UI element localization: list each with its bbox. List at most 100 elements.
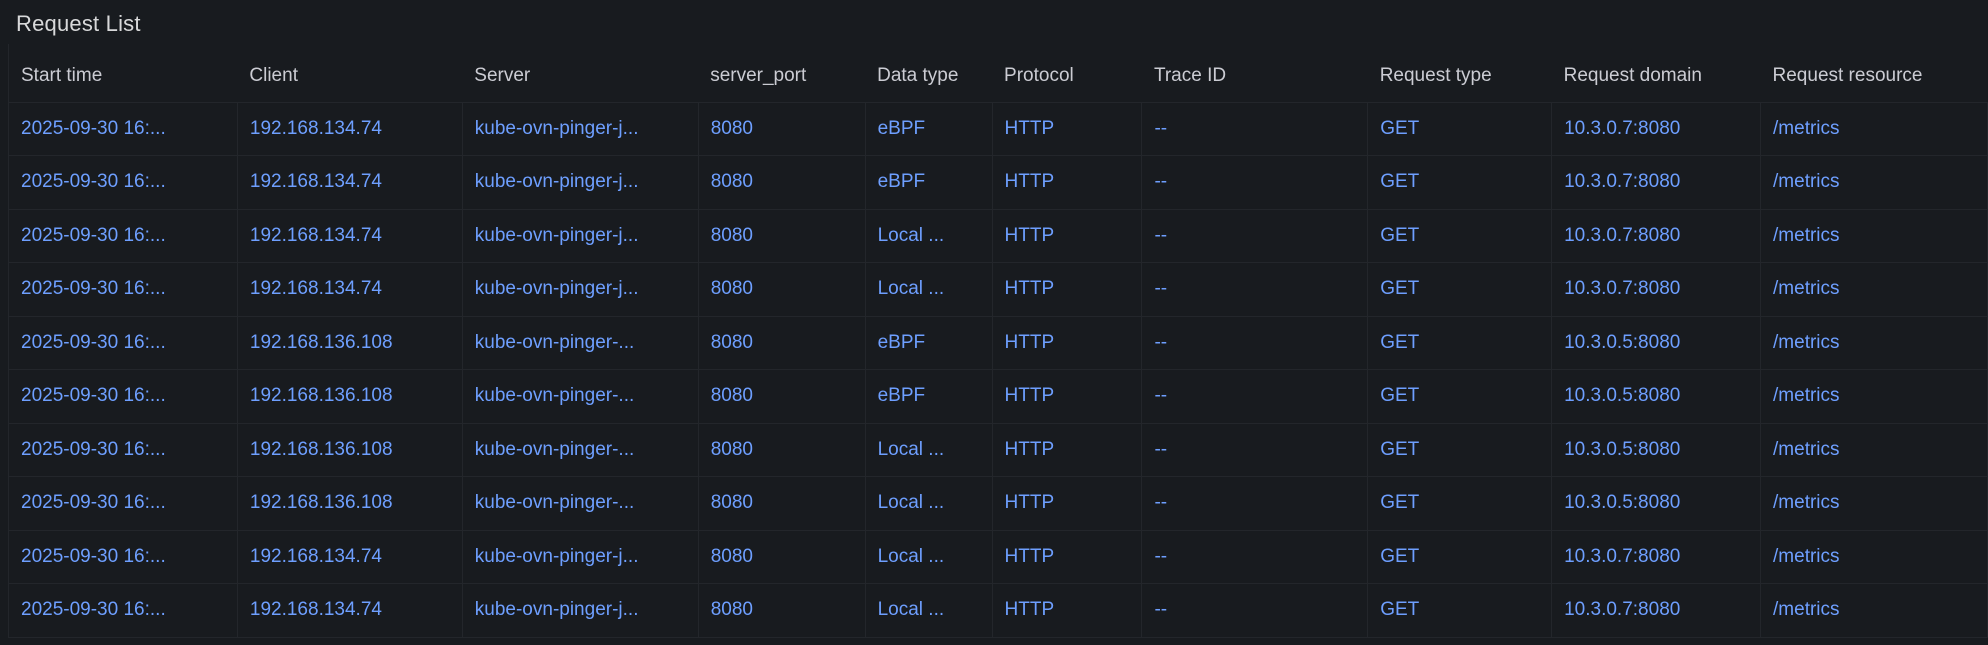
cell-start-time[interactable]: 2025-09-30 16:... <box>9 263 238 317</box>
column-header-client[interactable]: Client <box>237 44 462 102</box>
cell-link[interactable]: -- <box>1154 385 1167 406</box>
cell-link[interactable]: 2025-09-30 16:... <box>21 385 166 406</box>
cell-link[interactable]: -- <box>1154 171 1167 192</box>
cell-link[interactable]: 8080 <box>711 225 753 246</box>
cell-server[interactable]: kube-ovn-pinger-j... <box>462 156 698 210</box>
column-header-protocol[interactable]: Protocol <box>992 44 1142 102</box>
cell-link[interactable]: 2025-09-30 16:... <box>21 439 166 460</box>
cell-link[interactable]: Local ... <box>878 599 945 620</box>
cell-request-resource[interactable]: /metrics <box>1761 530 1988 584</box>
cell-link[interactable]: HTTP <box>1005 439 1055 460</box>
cell-client[interactable]: 192.168.136.108 <box>237 370 462 424</box>
cell-start-time[interactable]: 2025-09-30 16:... <box>9 584 238 638</box>
cell-server-port[interactable]: 8080 <box>698 370 865 424</box>
cell-start-time[interactable]: 2025-09-30 16:... <box>9 477 238 531</box>
cell-client[interactable]: 192.168.136.108 <box>237 477 462 531</box>
cell-link[interactable]: GET <box>1380 225 1419 246</box>
cell-link[interactable]: 10.3.0.7:8080 <box>1564 599 1680 620</box>
cell-link[interactable]: kube-ovn-pinger-... <box>475 439 634 460</box>
cell-protocol[interactable]: HTTP <box>992 530 1142 584</box>
cell-request-resource[interactable]: /metrics <box>1761 316 1988 370</box>
cell-client[interactable]: 192.168.134.74 <box>237 530 462 584</box>
cell-request-type[interactable]: GET <box>1368 209 1552 263</box>
cell-request-resource[interactable]: /metrics <box>1761 584 1988 638</box>
cell-link[interactable]: HTTP <box>1005 332 1055 353</box>
cell-request-resource[interactable]: /metrics <box>1761 209 1988 263</box>
cell-link[interactable]: GET <box>1380 118 1419 139</box>
cell-link[interactable]: /metrics <box>1773 546 1840 567</box>
cell-link[interactable]: HTTP <box>1005 225 1055 246</box>
cell-protocol[interactable]: HTTP <box>992 423 1142 477</box>
column-header-request-resource[interactable]: Request resource <box>1761 44 1988 102</box>
cell-protocol[interactable]: HTTP <box>992 209 1142 263</box>
cell-link[interactable]: kube-ovn-pinger-j... <box>475 599 639 620</box>
cell-data-type[interactable]: eBPF <box>865 156 992 210</box>
column-header-trace-id[interactable]: Trace ID <box>1142 44 1368 102</box>
cell-trace-id[interactable]: -- <box>1142 477 1368 531</box>
cell-data-type[interactable]: eBPF <box>865 370 992 424</box>
cell-client[interactable]: 192.168.134.74 <box>237 584 462 638</box>
cell-link[interactable]: 8080 <box>711 492 753 513</box>
cell-server[interactable]: kube-ovn-pinger-... <box>462 423 698 477</box>
cell-link[interactable]: 192.168.134.74 <box>250 225 382 246</box>
cell-trace-id[interactable]: -- <box>1142 156 1368 210</box>
cell-link[interactable]: eBPF <box>878 385 926 406</box>
cell-start-time[interactable]: 2025-09-30 16:... <box>9 102 238 156</box>
cell-link[interactable]: 8080 <box>711 278 753 299</box>
cell-link[interactable]: 2025-09-30 16:... <box>21 278 166 299</box>
cell-link[interactable]: eBPF <box>878 171 926 192</box>
cell-link[interactable]: HTTP <box>1005 492 1055 513</box>
cell-link[interactable]: 2025-09-30 16:... <box>21 492 166 513</box>
cell-link[interactable]: 8080 <box>711 171 753 192</box>
cell-link[interactable]: /metrics <box>1773 385 1840 406</box>
cell-link[interactable]: 10.3.0.7:8080 <box>1564 118 1680 139</box>
cell-request-resource[interactable]: /metrics <box>1761 156 1988 210</box>
cell-link[interactable]: 192.168.134.74 <box>250 278 382 299</box>
column-header-request-domain[interactable]: Request domain <box>1552 44 1761 102</box>
cell-link[interactable]: 192.168.134.74 <box>250 118 382 139</box>
cell-protocol[interactable]: HTTP <box>992 316 1142 370</box>
cell-link[interactable]: HTTP <box>1005 118 1055 139</box>
cell-link[interactable]: -- <box>1154 546 1167 567</box>
cell-link[interactable]: /metrics <box>1773 225 1840 246</box>
cell-link[interactable]: 2025-09-30 16:... <box>21 225 166 246</box>
cell-data-type[interactable]: Local ... <box>865 263 992 317</box>
cell-start-time[interactable]: 2025-09-30 16:... <box>9 370 238 424</box>
cell-link[interactable]: Local ... <box>878 492 945 513</box>
cell-data-type[interactable]: eBPF <box>865 102 992 156</box>
cell-server[interactable]: kube-ovn-pinger-j... <box>462 584 698 638</box>
cell-server[interactable]: kube-ovn-pinger-j... <box>462 530 698 584</box>
cell-request-resource[interactable]: /metrics <box>1761 423 1988 477</box>
cell-request-domain[interactable]: 10.3.0.7:8080 <box>1552 584 1761 638</box>
cell-link[interactable]: Local ... <box>878 546 945 567</box>
cell-protocol[interactable]: HTTP <box>992 584 1142 638</box>
cell-link[interactable]: 10.3.0.5:8080 <box>1564 492 1680 513</box>
cell-link[interactable]: /metrics <box>1773 492 1840 513</box>
cell-link[interactable]: Local ... <box>878 439 945 460</box>
cell-start-time[interactable]: 2025-09-30 16:... <box>9 209 238 263</box>
cell-link[interactable]: eBPF <box>878 118 926 139</box>
cell-link[interactable]: 8080 <box>711 332 753 353</box>
cell-server-port[interactable]: 8080 <box>698 263 865 317</box>
cell-link[interactable]: GET <box>1380 546 1419 567</box>
cell-request-resource[interactable]: /metrics <box>1761 102 1988 156</box>
cell-trace-id[interactable]: -- <box>1142 370 1368 424</box>
cell-trace-id[interactable]: -- <box>1142 263 1368 317</box>
panel-title[interactable]: Request List <box>16 11 141 37</box>
cell-link[interactable]: 8080 <box>711 439 753 460</box>
cell-server[interactable]: kube-ovn-pinger-j... <box>462 209 698 263</box>
cell-link[interactable]: HTTP <box>1005 171 1055 192</box>
cell-server[interactable]: kube-ovn-pinger-... <box>462 316 698 370</box>
cell-link[interactable]: HTTP <box>1005 278 1055 299</box>
cell-link[interactable]: 8080 <box>711 599 753 620</box>
cell-link[interactable]: eBPF <box>878 332 926 353</box>
cell-trace-id[interactable]: -- <box>1142 584 1368 638</box>
cell-client[interactable]: 192.168.136.108 <box>237 423 462 477</box>
cell-link[interactable]: 192.168.136.108 <box>250 439 393 460</box>
cell-protocol[interactable]: HTTP <box>992 102 1142 156</box>
cell-start-time[interactable]: 2025-09-30 16:... <box>9 316 238 370</box>
cell-link[interactable]: 2025-09-30 16:... <box>21 546 166 567</box>
cell-request-type[interactable]: GET <box>1368 263 1552 317</box>
cell-request-resource[interactable]: /metrics <box>1761 263 1988 317</box>
cell-link[interactable]: -- <box>1154 118 1167 139</box>
